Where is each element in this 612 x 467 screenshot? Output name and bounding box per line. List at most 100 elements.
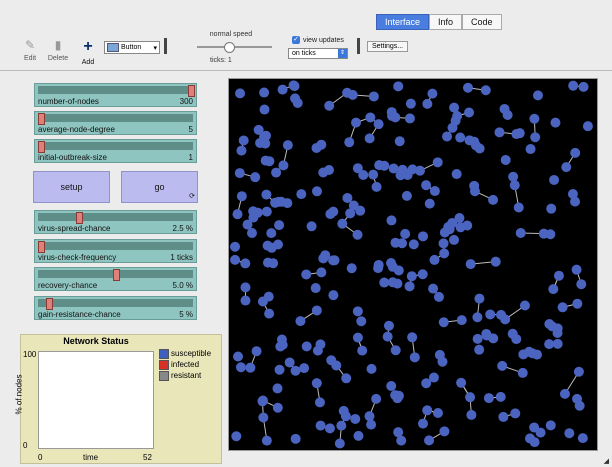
network-node — [315, 420, 326, 431]
slider-recovery-chance[interactable]: recovery-chance 5.0 % — [34, 267, 197, 291]
delete-button[interactable]: ▮ Delete — [44, 38, 72, 62]
network-node — [353, 430, 364, 441]
slider-label: virus-check-frequency — [38, 253, 117, 262]
network-node — [264, 156, 275, 167]
chevron-down-icon: ▾ — [153, 44, 157, 52]
go-button[interactable]: go ⟳ — [121, 171, 198, 203]
slider-value: 300 — [179, 97, 193, 106]
slider-knob[interactable] — [75, 212, 83, 224]
network-node — [261, 435, 272, 446]
network-status-plot[interactable]: Network Status % of nodes 100 0 0 time 5… — [15, 334, 222, 464]
network-node — [519, 300, 530, 311]
network-node — [248, 206, 259, 217]
network-node — [502, 110, 513, 121]
network-node — [382, 331, 393, 342]
toolbar: Interface Info Code ✎ Edit ▮ Delete + Ad… — [0, 0, 612, 70]
network-node — [328, 206, 339, 217]
network-node — [571, 264, 582, 275]
legend-label: susceptible — [171, 349, 212, 358]
slider-virus-spread-chance[interactable]: virus-spread-chance 2.5 % — [34, 210, 197, 234]
setup-button[interactable]: setup — [33, 171, 110, 203]
slider-gain-resistance-chance[interactable]: gain-resistance-chance 5 % — [34, 296, 197, 320]
network-node — [409, 352, 420, 363]
network-node — [290, 93, 301, 104]
slider-value: 2.5 % — [172, 224, 193, 233]
network-node — [472, 333, 483, 344]
network-node — [414, 165, 425, 176]
network-node — [525, 433, 536, 444]
network-graph — [229, 79, 597, 450]
network-node — [442, 131, 453, 142]
network-node — [261, 189, 272, 200]
network-node — [251, 346, 262, 357]
network-node — [427, 88, 438, 99]
network-node — [311, 305, 322, 316]
network-node — [341, 373, 352, 384]
network-node — [387, 277, 398, 288]
network-node — [306, 221, 317, 232]
network-node — [284, 357, 295, 368]
tab-info[interactable]: Info — [429, 14, 463, 30]
network-node — [315, 339, 326, 350]
slider-knob[interactable] — [38, 241, 45, 253]
world-view[interactable] — [228, 78, 598, 451]
slider-knob[interactable] — [38, 113, 45, 125]
network-node — [417, 269, 428, 280]
network-node — [371, 393, 382, 404]
network-node — [418, 231, 429, 242]
network-node — [357, 345, 368, 356]
network-node — [401, 190, 412, 201]
network-node — [447, 122, 458, 133]
network-node — [546, 203, 557, 214]
view-updates-checkbox[interactable]: ✓ view updates — [292, 36, 344, 44]
network-node — [326, 355, 337, 366]
plus-icon: + — [83, 38, 93, 55]
network-node — [456, 377, 467, 388]
edit-button[interactable]: ✎ Edit — [16, 38, 44, 62]
add-button[interactable]: + Add — [74, 38, 102, 66]
settings-button[interactable]: Settings... — [367, 41, 409, 52]
network-node — [397, 238, 408, 249]
slider-knob[interactable] — [45, 298, 53, 310]
network-node — [424, 198, 435, 209]
speed-label: normal speed — [209, 31, 253, 38]
network-node — [272, 383, 283, 394]
network-node — [488, 194, 499, 205]
slider-initial-outbreak-size[interactable]: initial-outbreak-size 1 — [34, 139, 197, 163]
slider-number-of-nodes[interactable]: number-of-nodes 300 — [34, 83, 197, 107]
forever-icon: ⟳ — [189, 193, 195, 200]
network-node — [336, 420, 347, 431]
network-node — [324, 100, 335, 111]
tab-interface[interactable]: Interface — [376, 14, 430, 30]
network-node — [449, 102, 460, 113]
slider-average-node-degree[interactable]: average-node-degree 5 — [34, 111, 197, 135]
network-node — [240, 258, 251, 269]
plot-x-min: 0 — [38, 453, 43, 462]
tab-code[interactable]: Code — [462, 14, 502, 30]
button-widget-icon — [107, 43, 119, 52]
network-node — [366, 419, 377, 430]
slider-knob[interactable] — [188, 85, 195, 97]
network-node — [483, 393, 494, 404]
slider-knob[interactable] — [38, 141, 45, 153]
network-node — [404, 113, 415, 124]
network-node — [428, 283, 439, 294]
network-node — [232, 209, 243, 220]
network-node — [545, 420, 556, 431]
speed-slider-knob[interactable] — [224, 42, 235, 53]
separator — [357, 38, 360, 54]
slider-knob[interactable] — [113, 269, 120, 281]
network-node — [301, 341, 312, 352]
update-mode-select[interactable]: on ticks ⇕ — [288, 48, 348, 59]
network-node — [527, 348, 538, 359]
network-node — [438, 317, 449, 328]
network-node — [394, 136, 405, 147]
network-node — [432, 157, 443, 168]
network-node — [429, 254, 440, 265]
network-node — [515, 227, 526, 238]
widget-type-select[interactable]: Button ▾ — [104, 41, 160, 54]
slider-virus-check-frequency[interactable]: virus-check-frequency 1 ticks — [34, 239, 197, 263]
network-node — [230, 241, 241, 252]
network-node — [480, 85, 491, 96]
resize-handle-icon[interactable]: ◢ — [604, 457, 609, 465]
